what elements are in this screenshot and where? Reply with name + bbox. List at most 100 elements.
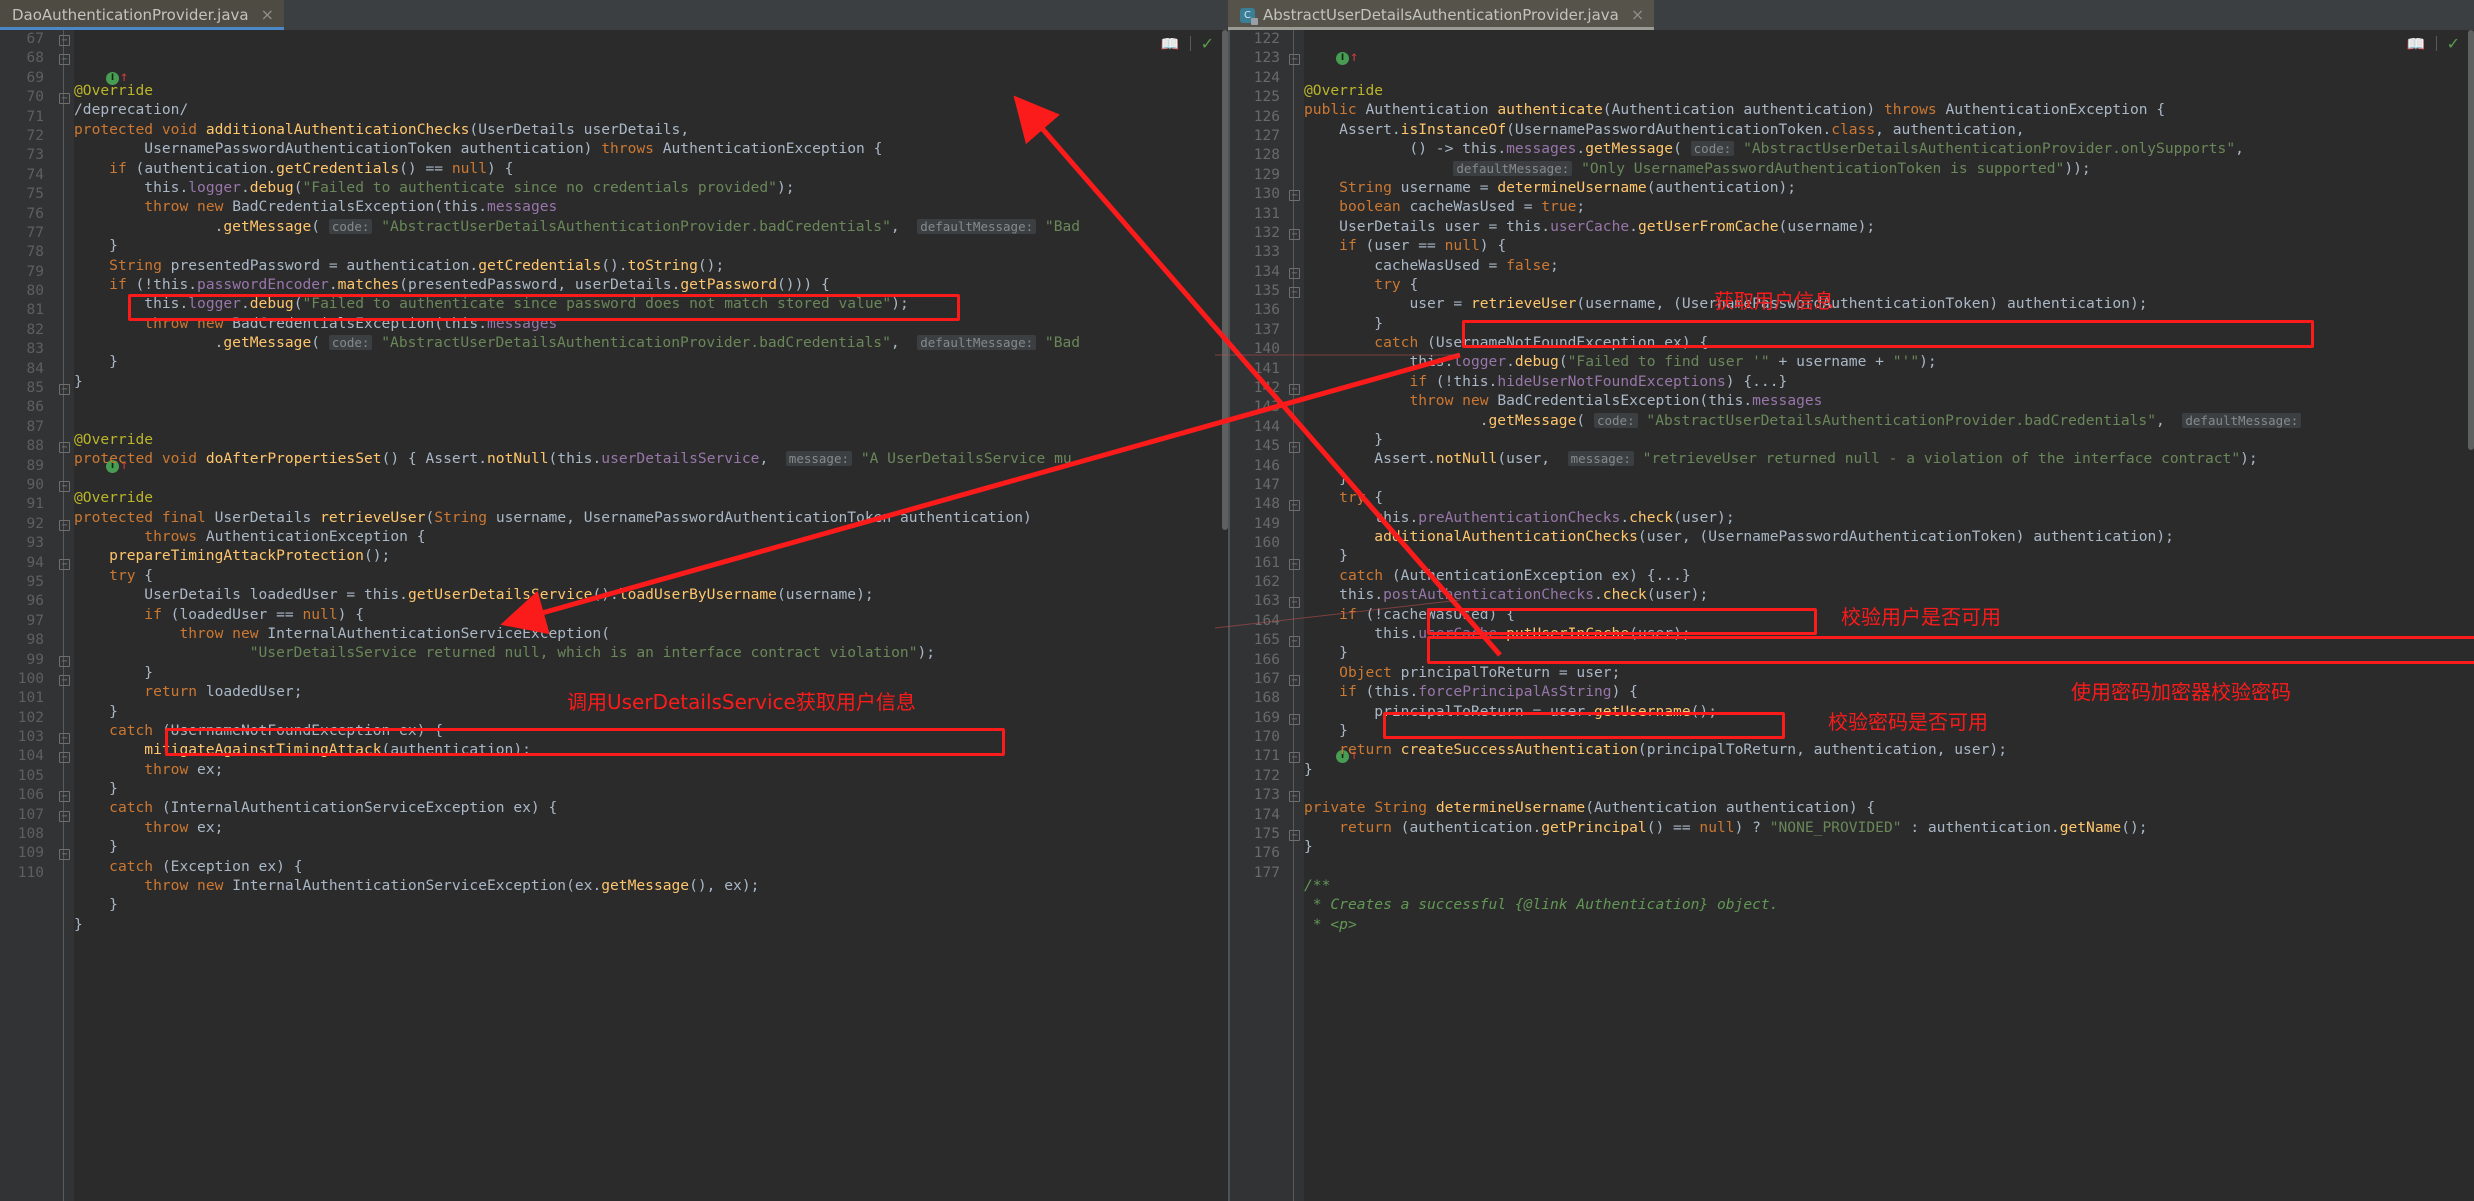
code-line[interactable]: protected void doAfterPropertiesSet() { … [74, 449, 1228, 468]
code-line[interactable]: } [74, 352, 1228, 371]
code-line[interactable]: boolean cacheWasUsed = true; [1304, 197, 2474, 216]
gutter-line[interactable]: 131 [1230, 205, 1284, 224]
code-line[interactable] [1304, 779, 2474, 798]
gutter-line[interactable]: 79 [0, 263, 48, 282]
code-line[interactable]: } [1304, 643, 2474, 662]
fold-toggle-icon[interactable] [1289, 597, 1300, 609]
code-line[interactable] [1304, 857, 2474, 876]
code-line[interactable]: } [1304, 430, 2474, 449]
fold-toggle-icon[interactable] [59, 54, 70, 66]
code-right[interactable]: 📖 ✓ @Override public Authentication authe… [1304, 30, 2474, 1201]
gutter-right[interactable]: 122123I↑12412512612712812913013113213313… [1230, 30, 1358, 1201]
code-line[interactable]: throw ex; [74, 760, 1228, 779]
gutter-line[interactable]: 130 [1230, 185, 1300, 204]
fold-toggle-icon[interactable] [1289, 713, 1300, 725]
code-line[interactable]: } [74, 702, 1228, 721]
code-line[interactable]: if (authentication.getCredentials() == n… [74, 159, 1228, 178]
gutter-line[interactable]: 85 [0, 379, 70, 398]
fold-toggle-icon[interactable] [59, 480, 70, 492]
gutter-line[interactable]: 93 [0, 534, 48, 553]
gutter-line[interactable]: 67 [0, 30, 70, 49]
code-line[interactable]: catch (UsernameNotFoundException ex) { [1304, 333, 2474, 352]
code-line[interactable]: protected final UserDetails retrieveUser… [74, 508, 1228, 527]
gutter-line[interactable]: 168 [1230, 689, 1284, 708]
gutter-line[interactable]: 103 [0, 728, 70, 747]
fold-toggle-icon[interactable] [59, 733, 70, 745]
gutter-line[interactable]: 76 [0, 205, 48, 224]
gutter-line[interactable]: 172 [1230, 767, 1284, 786]
fold-toggle-icon[interactable] [1289, 791, 1300, 803]
gutter-line[interactable]: 145 [1230, 437, 1300, 456]
code-line[interactable]: throw new InternalAuthenticationServiceE… [74, 876, 1228, 895]
gutter-line[interactable]: 68 [0, 49, 70, 68]
fold-toggle-icon[interactable] [59, 810, 70, 822]
code-line[interactable]: .getMessage( code: "AbstractUserDetailsA… [74, 333, 1228, 352]
code-line[interactable]: additionalAuthenticationChecks(user, (Us… [1304, 527, 2474, 546]
gutter-line[interactable]: 78 [0, 243, 48, 262]
code-line[interactable]: Object principalToReturn = user; [1304, 663, 2474, 682]
gutter-line[interactable]: 176 [1230, 844, 1284, 863]
gutter-line[interactable]: 162 [1230, 573, 1284, 592]
code-line[interactable]: if (user == null) { [1304, 236, 2474, 255]
code-line[interactable]: String username = determineUsername(auth… [1304, 178, 2474, 197]
code-line[interactable]: @Override [74, 488, 1228, 507]
gutter-line[interactable]: 135 [1230, 282, 1300, 301]
gutter-line[interactable]: 170 [1230, 728, 1284, 747]
fold-toggle-icon[interactable] [59, 655, 70, 667]
code-line[interactable]: return createSuccessAuthentication(princ… [1304, 740, 2474, 759]
code-line[interactable] [74, 391, 1228, 410]
code-line[interactable]: if (!cacheWasUsed) { [1304, 605, 2474, 624]
code-line[interactable]: @Override [74, 430, 1228, 449]
code-line[interactable]: /deprecation/ [74, 100, 1228, 119]
gutter-line[interactable]: 96 [0, 592, 48, 611]
code-line[interactable]: UserDetails user = this.userCache.getUse… [1304, 217, 2474, 236]
gutter-line[interactable]: 165 [1230, 631, 1300, 650]
gutter-line[interactable]: 146 [1230, 457, 1284, 476]
fold-toggle-icon[interactable] [1289, 752, 1300, 764]
gutter-line[interactable]: 92 [0, 515, 70, 534]
code-line[interactable] [74, 469, 1228, 488]
code-line[interactable]: String presentedPassword = authenticatio… [74, 256, 1228, 275]
gutter-line[interactable]: 86 [0, 398, 48, 417]
gutter-line[interactable]: 149 [1230, 515, 1284, 534]
gutter-line[interactable]: 73 [0, 146, 48, 165]
gutter-line[interactable]: 89 I ↑ [0, 457, 129, 476]
code-line[interactable]: principalToReturn = user.getUsername(); [1304, 702, 2474, 721]
fold-toggle-icon[interactable] [1289, 442, 1300, 454]
gutter-line[interactable]: 142 [1230, 379, 1300, 398]
gutter-line[interactable]: 84 [0, 360, 48, 379]
gutter-line[interactable]: 147 [1230, 476, 1284, 495]
gutter-line[interactable]: 125 [1230, 88, 1284, 107]
gutter-line[interactable]: 88 [0, 437, 70, 456]
fold-toggle-icon[interactable] [1289, 190, 1300, 202]
gutter-line[interactable]: 132 [1230, 224, 1300, 243]
gutter-line[interactable]: 109 [0, 844, 70, 863]
fold-toggle-icon[interactable] [1289, 500, 1300, 512]
code-line[interactable]: UserDetails loadedUser = this.getUserDet… [74, 585, 1228, 604]
code-line[interactable]: if (loadedUser == null) { [74, 605, 1228, 624]
gutter-line[interactable]: 164 [1230, 612, 1284, 631]
code-line[interactable]: } [74, 895, 1228, 914]
code-line[interactable]: return (authentication.getPrincipal() ==… [1304, 818, 2474, 837]
gutter-line[interactable]: 144 [1230, 418, 1284, 437]
gutter-line[interactable]: 95 [0, 573, 48, 592]
gutter-line[interactable]: 83 [0, 340, 48, 359]
gutter-line[interactable]: 133 [1230, 243, 1284, 262]
gutter-line[interactable]: 77 [0, 224, 48, 243]
gutter-line[interactable]: 70 [0, 88, 70, 107]
gutter-line[interactable]: 100 [0, 670, 70, 689]
gutter-line[interactable]: 94 [0, 554, 70, 573]
code-line[interactable]: this.logger.debug("Failed to authenticat… [74, 294, 1228, 313]
code-line[interactable]: throw ex; [74, 818, 1228, 837]
code-line[interactable]: catch (Exception ex) { [74, 857, 1228, 876]
code-line[interactable]: } [74, 236, 1228, 255]
gutter-line[interactable]: 82 [0, 321, 48, 340]
code-line[interactable]: } [74, 779, 1228, 798]
code-line[interactable]: throw new BadCredentialsException(this.m… [74, 197, 1228, 216]
gutter-line[interactable]: 169 [1230, 709, 1300, 728]
fold-toggle-icon[interactable] [59, 791, 70, 803]
code-line[interactable]: } [1304, 721, 2474, 740]
code-line[interactable]: throw new BadCredentialsException(this.m… [1304, 391, 2474, 410]
code-line[interactable]: try { [1304, 488, 2474, 507]
fold-toggle-icon[interactable] [1289, 287, 1300, 299]
